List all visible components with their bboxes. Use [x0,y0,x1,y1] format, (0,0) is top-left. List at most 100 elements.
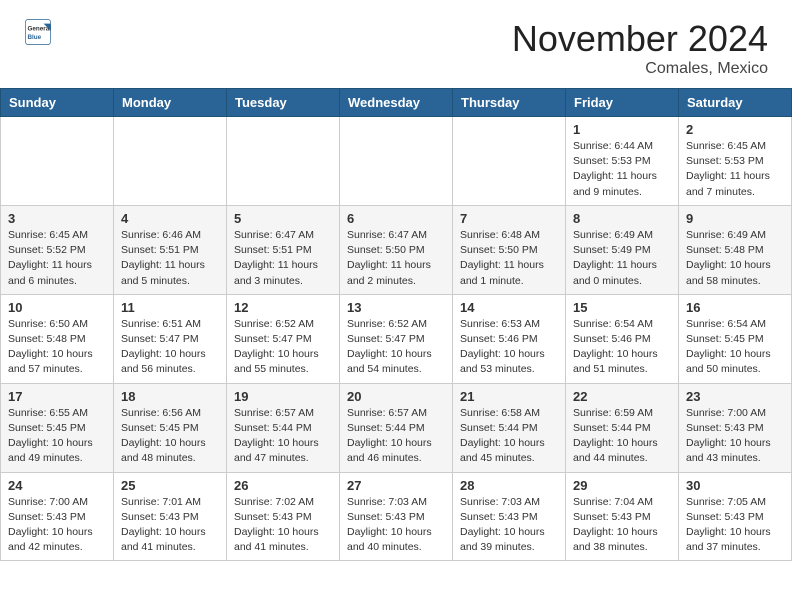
day-info: Sunrise: 6:51 AM Sunset: 5:47 PM Dayligh… [121,317,219,378]
calendar-cell: 28 Sunrise: 7:03 AM Sunset: 5:43 PM Dayli… [453,472,566,561]
day-number: 28 [460,478,558,493]
day-info: Sunrise: 7:00 AM Sunset: 5:43 PM Dayligh… [686,406,784,467]
day-info: Sunrise: 6:47 AM Sunset: 5:51 PM Dayligh… [234,228,332,289]
day-info: Sunrise: 6:49 AM Sunset: 5:49 PM Dayligh… [573,228,671,289]
day-info: Sunrise: 7:01 AM Sunset: 5:43 PM Dayligh… [121,495,219,556]
day-info: Sunrise: 6:48 AM Sunset: 5:50 PM Dayligh… [460,228,558,289]
day-number: 6 [347,211,445,226]
calendar-cell: 30 Sunrise: 7:05 AM Sunset: 5:43 PM Dayli… [679,472,792,561]
day-number: 14 [460,300,558,315]
day-number: 1 [573,122,671,137]
day-info: Sunrise: 6:58 AM Sunset: 5:44 PM Dayligh… [460,406,558,467]
day-info: Sunrise: 7:03 AM Sunset: 5:43 PM Dayligh… [347,495,445,556]
day-number: 11 [121,300,219,315]
day-info: Sunrise: 7:00 AM Sunset: 5:43 PM Dayligh… [8,495,106,556]
calendar-week-row: 17 Sunrise: 6:55 AM Sunset: 5:45 PM Dayli… [1,383,792,472]
calendar-week-row: 24 Sunrise: 7:00 AM Sunset: 5:43 PM Dayli… [1,472,792,561]
day-header-friday: Friday [566,89,679,117]
calendar-cell: 25Sunrise: 7:01 AM Sunset: 5:43 PM Dayli… [114,472,227,561]
day-number: 22 [573,389,671,404]
calendar-cell: 7 Sunrise: 6:48 AM Sunset: 5:50 PM Daylig… [453,205,566,294]
calendar-cell: 4 Sunrise: 6:46 AM Sunset: 5:51 PM Daylig… [114,205,227,294]
day-number: 3 [8,211,106,226]
day-number: 4 [121,211,219,226]
day-number: 5 [234,211,332,226]
calendar-cell: 26 Sunrise: 7:02 AM Sunset: 5:43 PM Dayli… [227,472,340,561]
calendar-cell: 23 Sunrise: 7:00 AM Sunset: 5:43 PM Dayli… [679,383,792,472]
calendar-cell: 8 Sunrise: 6:49 AM Sunset: 5:49 PM Daylig… [566,205,679,294]
calendar-week-row: 10 Sunrise: 6:50 AM Sunset: 5:48 PM Dayli… [1,294,792,383]
day-info: Sunrise: 6:46 AM Sunset: 5:51 PM Dayligh… [121,228,219,289]
day-info: Sunrise: 7:05 AM Sunset: 5:43 PM Dayligh… [686,495,784,556]
day-header-wednesday: Wednesday [340,89,453,117]
day-number: 30 [686,478,784,493]
day-number: 15 [573,300,671,315]
calendar-cell: 2Sunrise: 6:45 AM Sunset: 5:53 PM Daylig… [679,117,792,206]
calendar-cell [340,117,453,206]
day-info: Sunrise: 6:52 AM Sunset: 5:47 PM Dayligh… [234,317,332,378]
calendar-cell: 18Sunrise: 6:56 AM Sunset: 5:45 PM Dayli… [114,383,227,472]
calendar-cell: 12 Sunrise: 6:52 AM Sunset: 5:47 PM Dayli… [227,294,340,383]
day-number: 23 [686,389,784,404]
day-number: 21 [460,389,558,404]
calendar-cell: 16 Sunrise: 6:54 AM Sunset: 5:45 PM Dayli… [679,294,792,383]
calendar-table: SundayMondayTuesdayWednesdayThursdayFrid… [0,88,792,561]
location-title: Comales, Mexico [512,60,768,78]
calendar-cell: 10 Sunrise: 6:50 AM Sunset: 5:48 PM Dayli… [1,294,114,383]
logo: General Blue [24,18,52,46]
calendar-cell: 19 Sunrise: 6:57 AM Sunset: 5:44 PM Dayli… [227,383,340,472]
calendar-cell: 24 Sunrise: 7:00 AM Sunset: 5:43 PM Dayli… [1,472,114,561]
calendar-cell: 14Sunrise: 6:53 AM Sunset: 5:46 PM Dayli… [453,294,566,383]
calendar-cell: 11 Sunrise: 6:51 AM Sunset: 5:47 PM Dayli… [114,294,227,383]
svg-text:Blue: Blue [28,34,42,41]
day-number: 27 [347,478,445,493]
day-info: Sunrise: 6:56 AM Sunset: 5:45 PM Dayligh… [121,406,219,467]
day-number: 12 [234,300,332,315]
logo-icon: General Blue [24,18,52,46]
day-number: 19 [234,389,332,404]
calendar-cell: 20Sunrise: 6:57 AM Sunset: 5:44 PM Dayli… [340,383,453,472]
calendar-week-row: 1 Sunrise: 6:44 AM Sunset: 5:53 PM Daylig… [1,117,792,206]
calendar-week-row: 3Sunrise: 6:45 AM Sunset: 5:52 PM Daylig… [1,205,792,294]
day-info: Sunrise: 6:49 AM Sunset: 5:48 PM Dayligh… [686,228,784,289]
day-info: Sunrise: 6:55 AM Sunset: 5:45 PM Dayligh… [8,406,106,467]
day-number: 2 [686,122,784,137]
day-number: 8 [573,211,671,226]
calendar-cell [114,117,227,206]
day-header-saturday: Saturday [679,89,792,117]
page-header: General Blue November 2024 Comales, Mexi… [0,0,792,88]
day-number: 16 [686,300,784,315]
day-info: Sunrise: 7:03 AM Sunset: 5:43 PM Dayligh… [460,495,558,556]
day-info: Sunrise: 6:47 AM Sunset: 5:50 PM Dayligh… [347,228,445,289]
day-info: Sunrise: 6:44 AM Sunset: 5:53 PM Dayligh… [573,139,671,200]
calendar-cell: 9 Sunrise: 6:49 AM Sunset: 5:48 PM Daylig… [679,205,792,294]
day-header-sunday: Sunday [1,89,114,117]
calendar-cell: 17 Sunrise: 6:55 AM Sunset: 5:45 PM Dayli… [1,383,114,472]
day-number: 10 [8,300,106,315]
day-info: Sunrise: 6:52 AM Sunset: 5:47 PM Dayligh… [347,317,445,378]
calendar-cell [453,117,566,206]
calendar-cell [1,117,114,206]
calendar-cell: 13 Sunrise: 6:52 AM Sunset: 5:47 PM Dayli… [340,294,453,383]
day-number: 24 [8,478,106,493]
day-info: Sunrise: 7:04 AM Sunset: 5:43 PM Dayligh… [573,495,671,556]
calendar-cell: 22Sunrise: 6:59 AM Sunset: 5:44 PM Dayli… [566,383,679,472]
day-number: 9 [686,211,784,226]
calendar-cell: 21 Sunrise: 6:58 AM Sunset: 5:44 PM Dayli… [453,383,566,472]
calendar-cell: 27 Sunrise: 7:03 AM Sunset: 5:43 PM Dayli… [340,472,453,561]
day-number: 29 [573,478,671,493]
calendar-cell: 15Sunrise: 6:54 AM Sunset: 5:46 PM Dayli… [566,294,679,383]
day-number: 17 [8,389,106,404]
day-info: Sunrise: 6:57 AM Sunset: 5:44 PM Dayligh… [234,406,332,467]
calendar-cell: 29 Sunrise: 7:04 AM Sunset: 5:43 PM Dayli… [566,472,679,561]
day-info: Sunrise: 7:02 AM Sunset: 5:43 PM Dayligh… [234,495,332,556]
day-number: 7 [460,211,558,226]
month-title: November 2024 [512,18,768,60]
day-number: 13 [347,300,445,315]
day-info: Sunrise: 6:54 AM Sunset: 5:45 PM Dayligh… [686,317,784,378]
day-header-tuesday: Tuesday [227,89,340,117]
calendar-cell: 5 Sunrise: 6:47 AM Sunset: 5:51 PM Daylig… [227,205,340,294]
day-info: Sunrise: 6:50 AM Sunset: 5:48 PM Dayligh… [8,317,106,378]
day-number: 26 [234,478,332,493]
calendar-cell: 1 Sunrise: 6:44 AM Sunset: 5:53 PM Daylig… [566,117,679,206]
